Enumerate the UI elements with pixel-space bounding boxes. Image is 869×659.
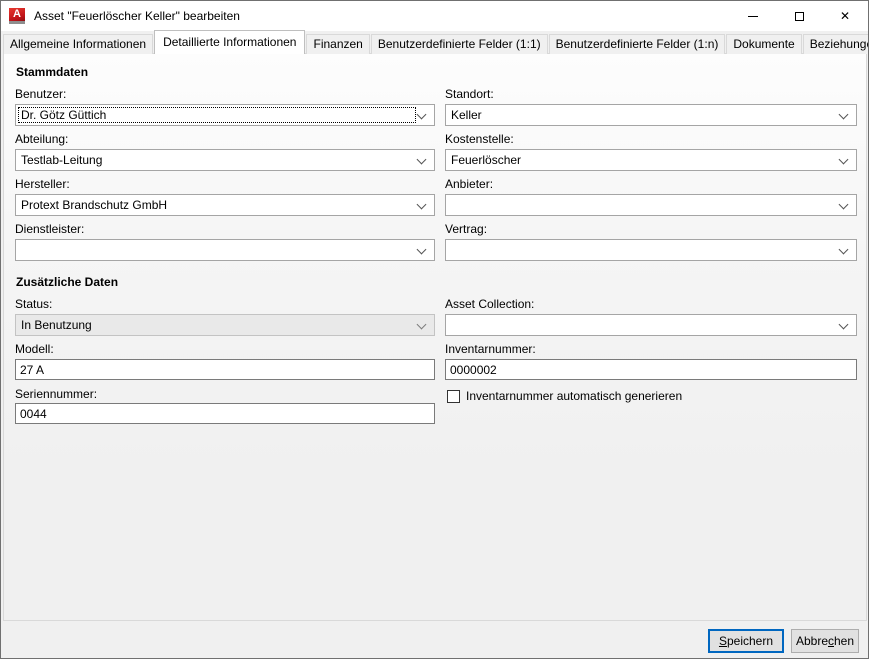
save-button[interactable]: Speichern: [708, 629, 784, 653]
benutzer-value: Dr. Götz Güttich: [21, 108, 106, 122]
chevron-down-icon: [839, 245, 849, 255]
tab-strip: Allgemeine Informationen Detaillierte In…: [3, 32, 869, 54]
benutzer-label: Benutzer:: [15, 87, 66, 101]
abteilung-combobox[interactable]: Testlab-Leitung: [15, 149, 435, 171]
tab-page-detaillierte-informationen: Stammdaten Benutzer: Dr. Götz Güttich Ab…: [3, 53, 867, 621]
titlebar: A Asset "Feuerlöscher Keller" bearbeiten…: [1, 1, 868, 31]
kostenstelle-combobox[interactable]: Feuerlöscher: [445, 149, 857, 171]
auto-generate-checkbox-row: Inventarnummer automatisch generieren: [447, 389, 682, 403]
anbieter-label: Anbieter:: [445, 177, 493, 191]
hersteller-label: Hersteller:: [15, 177, 70, 191]
tab-finanzen[interactable]: Finanzen: [306, 34, 369, 54]
section-header-zusaetzliche-daten: Zusätzliche Daten: [16, 275, 118, 289]
dialog-edit-asset: A Asset "Feuerlöscher Keller" bearbeiten…: [0, 0, 869, 659]
hersteller-value: Protext Brandschutz GmbH: [21, 198, 167, 212]
chevron-down-icon: [839, 200, 849, 210]
dienstleister-label: Dienstleister:: [15, 222, 84, 236]
cancel-button[interactable]: Abbrechen: [791, 629, 859, 653]
seriennummer-label: Seriennummer:: [15, 387, 97, 401]
close-icon: ✕: [840, 10, 850, 22]
asset-collection-combobox[interactable]: [445, 314, 857, 336]
chevron-down-icon: [417, 200, 427, 210]
standort-combobox[interactable]: Keller: [445, 104, 857, 126]
tab-beziehungen[interactable]: Beziehungen: [803, 34, 869, 54]
maximize-icon: [795, 12, 804, 21]
chevron-down-icon: [839, 110, 849, 120]
tab-dokumente[interactable]: Dokumente: [726, 34, 801, 54]
vertrag-combobox[interactable]: [445, 239, 857, 261]
tab-benutzerdefinierte-felder-1-n[interactable]: Benutzerdefinierte Felder (1:n): [549, 34, 726, 54]
minimize-button[interactable]: [730, 1, 776, 31]
status-label: Status:: [15, 297, 52, 311]
app-icon: A: [9, 8, 25, 24]
chevron-down-icon: [417, 155, 427, 165]
inventarnummer-label: Inventarnummer:: [445, 342, 536, 356]
status-value: In Benutzung: [21, 318, 92, 332]
close-button[interactable]: ✕: [822, 1, 868, 31]
chevron-down-icon: [839, 155, 849, 165]
tab-allgemeine-informationen[interactable]: Allgemeine Informationen: [3, 34, 153, 54]
auto-generate-checkbox-label: Inventarnummer automatisch generieren: [466, 389, 682, 403]
auto-generate-checkbox[interactable]: [447, 390, 460, 403]
kostenstelle-value: Feuerlöscher: [451, 153, 521, 167]
caption-buttons: ✕: [730, 1, 868, 31]
standort-label: Standort:: [445, 87, 494, 101]
standort-value: Keller: [451, 108, 482, 122]
inventarnummer-input[interactable]: [445, 359, 857, 380]
maximize-button[interactable]: [776, 1, 822, 31]
asset-collection-label: Asset Collection:: [445, 297, 534, 311]
hersteller-combobox[interactable]: Protext Brandschutz GmbH: [15, 194, 435, 216]
abteilung-label: Abteilung:: [15, 132, 68, 146]
tab-benutzerdefinierte-felder-1-1[interactable]: Benutzerdefinierte Felder (1:1): [371, 34, 548, 54]
modell-label: Modell:: [15, 342, 54, 356]
vertrag-label: Vertrag:: [445, 222, 487, 236]
status-combobox: In Benutzung: [15, 314, 435, 336]
anbieter-combobox[interactable]: [445, 194, 857, 216]
minimize-icon: [748, 16, 758, 17]
chevron-down-icon: [839, 320, 849, 330]
section-header-stammdaten: Stammdaten: [16, 65, 88, 79]
app-icon-letter: A: [9, 8, 25, 21]
chevron-down-icon: [417, 320, 427, 330]
benutzer-combobox[interactable]: Dr. Götz Güttich: [15, 104, 435, 126]
kostenstelle-label: Kostenstelle:: [445, 132, 514, 146]
dienstleister-combobox[interactable]: [15, 239, 435, 261]
tab-detaillierte-informationen[interactable]: Detaillierte Informationen: [154, 30, 305, 54]
seriennummer-input[interactable]: [15, 403, 435, 424]
window-title: Asset "Feuerlöscher Keller" bearbeiten: [34, 9, 240, 23]
abteilung-value: Testlab-Leitung: [21, 153, 102, 167]
chevron-down-icon: [417, 110, 427, 120]
modell-input[interactable]: [15, 359, 435, 380]
chevron-down-icon: [417, 245, 427, 255]
